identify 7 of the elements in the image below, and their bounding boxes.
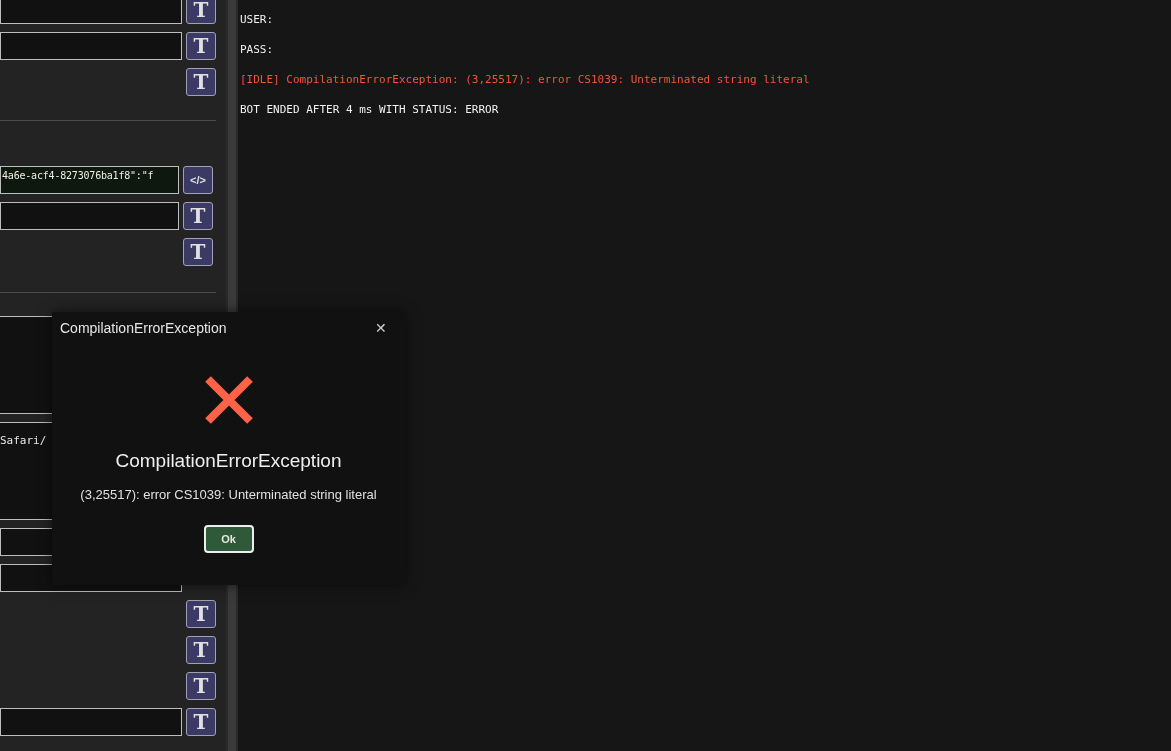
log-line: BOT ENDED AFTER 4 ms WITH STATUS: ERROR bbox=[240, 103, 500, 117]
log-line: USER: bbox=[240, 13, 275, 27]
dialog-title: CompilationErrorException bbox=[60, 319, 227, 338]
dialog-heading: CompilationErrorException bbox=[115, 449, 342, 473]
error-message: (3,25517): error CS1039: Unterminated string literal bbox=[80, 485, 377, 504]
log-line: [IDLE] CompilationErrorException: (3,25517): error CS1039: Unterminated string literal bbox=[240, 73, 811, 87]
log-line: PASS: bbox=[240, 43, 275, 57]
